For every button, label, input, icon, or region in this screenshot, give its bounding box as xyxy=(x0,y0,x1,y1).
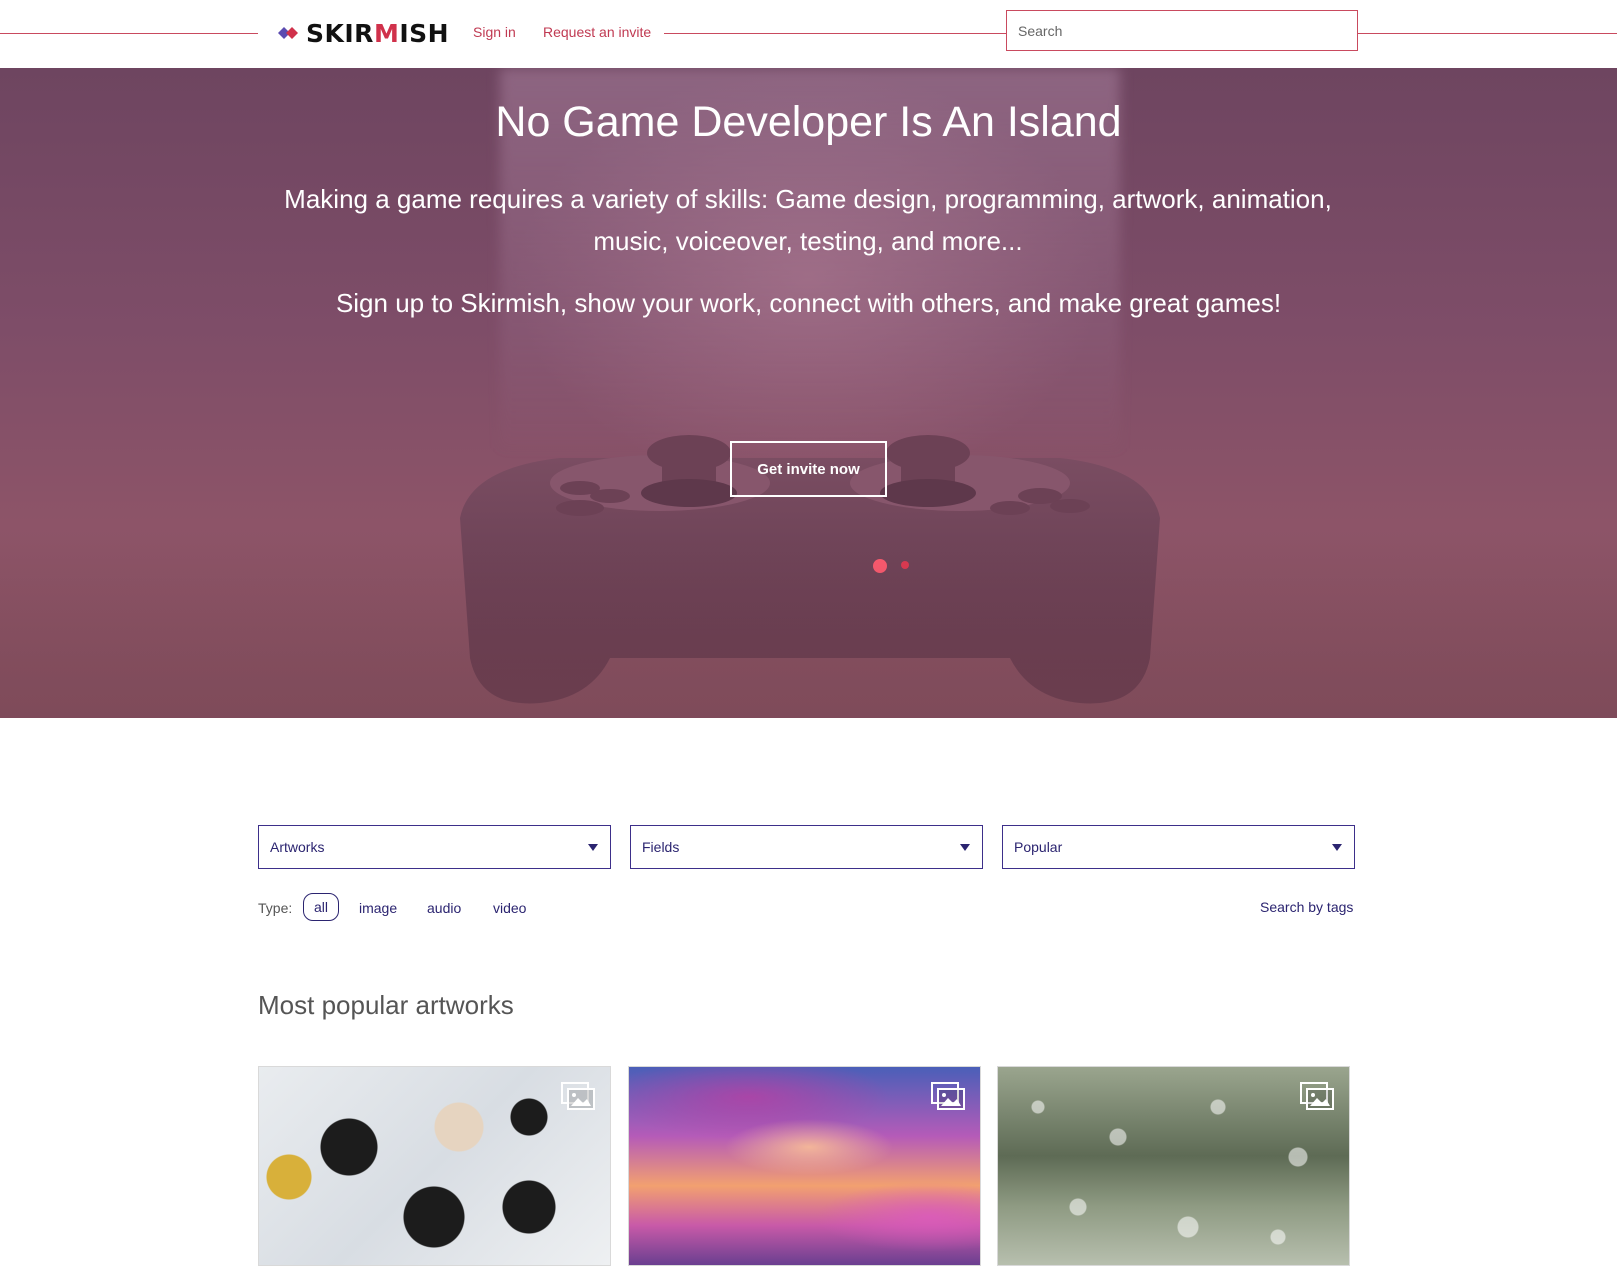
type-filter-image[interactable]: image xyxy=(359,900,397,916)
hero-banner: No Game Developer Is An Island Making a … xyxy=(0,68,1617,718)
section-title: Most popular artworks xyxy=(258,990,514,1020)
chevron-down-icon xyxy=(588,844,598,851)
fields-select-value: Fields xyxy=(642,839,680,855)
request-invite-link[interactable]: Request an invite xyxy=(543,24,651,40)
fields-select[interactable]: Fields xyxy=(630,825,983,869)
search-by-tags-link[interactable]: Search by tags xyxy=(1260,899,1353,915)
image-stack-icon xyxy=(561,1082,595,1110)
header-divider-left xyxy=(0,33,258,34)
type-filter-label: Type: xyxy=(258,900,293,916)
image-stack-icon xyxy=(1300,1082,1334,1110)
get-invite-button[interactable]: Get invite now xyxy=(730,441,887,497)
logo-diamond-icon xyxy=(278,27,298,39)
category-select[interactable]: Artworks xyxy=(258,825,611,869)
artwork-card[interactable] xyxy=(628,1066,981,1266)
chevron-down-icon xyxy=(1332,844,1342,851)
type-filter-audio[interactable]: audio xyxy=(427,900,461,916)
hero-tagline: Sign up to Skirmish, show your work, con… xyxy=(335,288,1282,318)
hero-floor-shade xyxy=(0,538,1617,718)
category-select-value: Artworks xyxy=(270,839,325,855)
skirmish-logo[interactable]: SKIRMISH xyxy=(278,18,449,48)
sort-select[interactable]: Popular xyxy=(1002,825,1355,869)
sort-select-value: Popular xyxy=(1014,839,1063,855)
chevron-down-icon xyxy=(960,844,970,851)
hero-subtitle: Making a game requires a variety of skil… xyxy=(284,184,1332,256)
header-divider-right xyxy=(1358,33,1617,34)
image-stack-icon xyxy=(931,1082,965,1110)
artwork-card[interactable] xyxy=(997,1066,1350,1266)
header-divider-middle xyxy=(664,33,1006,34)
type-filter-video[interactable]: video xyxy=(493,900,526,916)
type-filter-all[interactable]: all xyxy=(303,893,340,921)
artwork-card[interactable] xyxy=(258,1066,611,1266)
sign-in-link[interactable]: Sign in xyxy=(473,24,516,40)
top-navigation-bar: SKIRMISH Sign in Request an invite xyxy=(0,0,1617,68)
search-input[interactable] xyxy=(1006,10,1358,51)
hero-title: No Game Developer Is An Island xyxy=(495,98,1122,146)
logo-wordmark: SKIRMISH xyxy=(306,18,450,48)
